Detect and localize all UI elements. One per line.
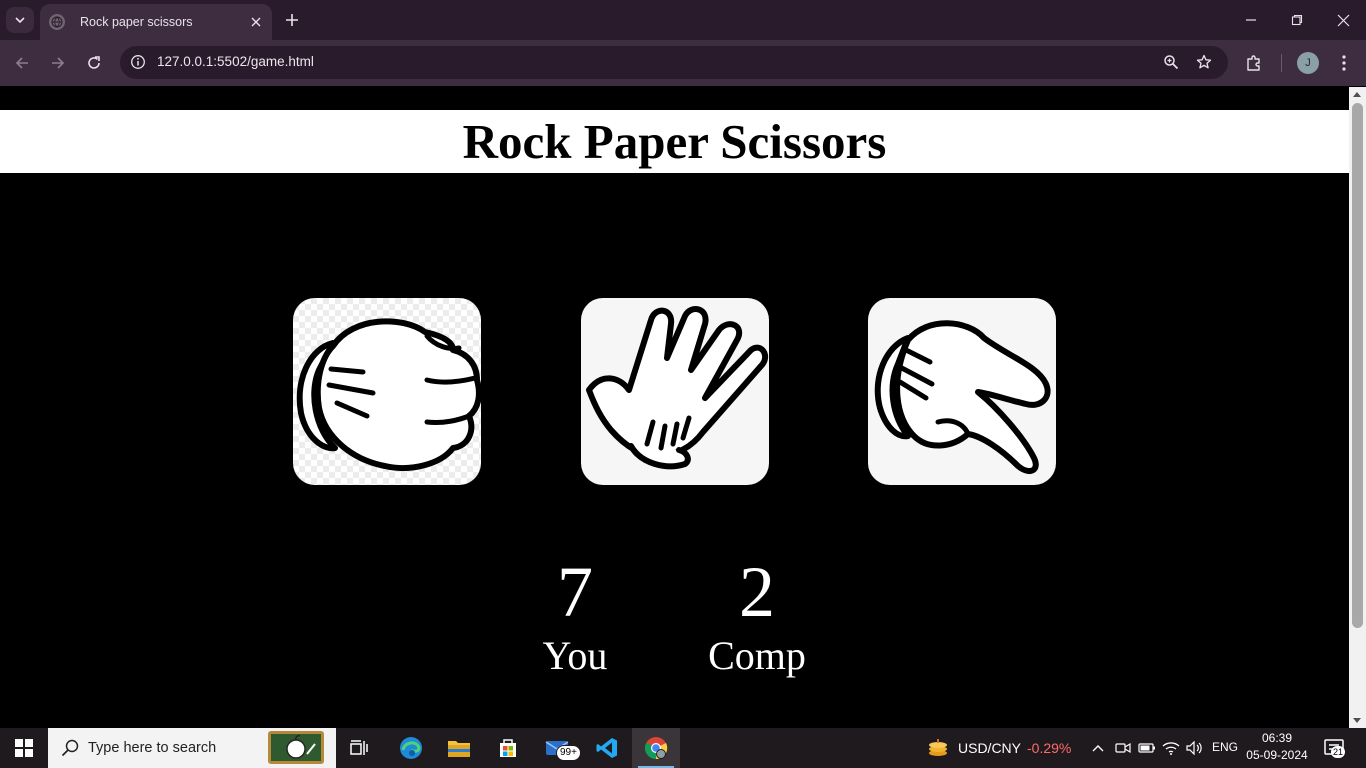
taskbar-search-box[interactable]: Type here to search xyxy=(48,728,336,768)
meet-now-icon[interactable] xyxy=(1113,738,1133,758)
notification-count: 21 xyxy=(1331,746,1346,758)
puzzle-icon xyxy=(1247,55,1260,71)
clock-date: 05-09-2024 xyxy=(1246,748,1308,762)
wifi-icon[interactable] xyxy=(1161,738,1181,758)
close-icon xyxy=(1337,14,1349,26)
fist-hand-icon xyxy=(296,318,481,471)
vscode-app[interactable] xyxy=(583,728,631,768)
tab-title: Rock paper scissors xyxy=(80,15,193,29)
search-icon xyxy=(61,739,79,757)
coins-widget-icon[interactable] xyxy=(926,738,950,758)
star-icon xyxy=(1196,54,1212,69)
heading-band: Rock Paper Scissors xyxy=(0,110,1349,173)
plus-icon xyxy=(286,14,298,26)
mail-badge: 99+ xyxy=(556,745,581,761)
comp-score-panel: 2 Comp xyxy=(677,552,837,679)
mail-app[interactable]: 99+ xyxy=(533,728,581,768)
arrow-left-icon xyxy=(15,57,28,69)
clock-time: 06:39 xyxy=(1261,731,1293,745)
site-info-button[interactable] xyxy=(127,51,149,73)
profile-avatar[interactable]: J xyxy=(1297,52,1319,74)
browser-tab-active[interactable]: Rock paper scissors xyxy=(40,4,272,40)
battery-icon[interactable] xyxy=(1137,738,1157,758)
search-highlight-image xyxy=(268,731,324,764)
toolbar-divider xyxy=(1281,54,1282,72)
windows-taskbar: Type here to search 99+ USD/CNY -0.29% E… xyxy=(0,728,1366,768)
volume-icon[interactable] xyxy=(1185,738,1205,758)
close-icon xyxy=(251,17,261,27)
scroll-down-arrow-icon[interactable] xyxy=(1353,718,1361,723)
info-icon xyxy=(131,55,145,69)
user-score: 7 xyxy=(557,552,593,632)
scissors-hand-icon xyxy=(874,320,1051,475)
url-text: 127.0.0.1:5502/game.html xyxy=(157,54,314,69)
restore-icon xyxy=(1291,14,1303,26)
minimize-button[interactable] xyxy=(1234,6,1268,34)
clock[interactable]: 06:39 05-09-2024 xyxy=(1240,730,1314,764)
minimize-icon xyxy=(1246,19,1256,21)
chevron-up-icon xyxy=(1092,745,1104,752)
edge-app[interactable] xyxy=(387,728,435,768)
store-icon xyxy=(500,739,516,757)
bookmark-button[interactable] xyxy=(1193,51,1215,73)
file-explorer-app[interactable] xyxy=(435,728,483,768)
page-title: Rock Paper Scissors xyxy=(462,114,887,169)
language-indicator[interactable]: ENG xyxy=(1212,740,1238,754)
user-score-label: You xyxy=(542,633,608,678)
comp-score: 2 xyxy=(739,552,775,632)
page-viewport: Rock Paper Scissors 7 You 2 Comp xyxy=(0,87,1349,728)
chrome-icon xyxy=(645,737,668,760)
chevron-down-icon xyxy=(15,17,25,24)
search-placeholder: Type here to search xyxy=(88,740,217,756)
close-window-button[interactable] xyxy=(1326,6,1360,34)
browser-toolbar: 127.0.0.1:5502/game.html J xyxy=(0,40,1366,86)
chrome-app[interactable] xyxy=(632,728,680,768)
globe-icon xyxy=(49,14,65,30)
microsoft-store-app[interactable] xyxy=(484,728,532,768)
zoom-button[interactable] xyxy=(1160,51,1182,73)
forward-button[interactable] xyxy=(45,50,71,76)
show-hidden-icons-button[interactable] xyxy=(1088,738,1108,758)
arrow-right-icon xyxy=(52,57,65,69)
address-bar[interactable]: 127.0.0.1:5502/game.html xyxy=(120,46,1228,79)
paper-choice[interactable] xyxy=(581,298,769,485)
reload-button[interactable] xyxy=(81,50,107,76)
menu-button[interactable] xyxy=(1331,50,1357,76)
page-scrollbar[interactable] xyxy=(1349,87,1366,728)
vscode-icon xyxy=(596,738,617,758)
zoom-icon xyxy=(1164,55,1179,70)
reload-icon xyxy=(88,56,100,69)
scissors-choice[interactable] xyxy=(868,298,1056,485)
new-tab-button[interactable] xyxy=(280,8,304,32)
windows-logo-icon xyxy=(15,739,33,757)
start-button[interactable] xyxy=(0,728,48,768)
kebab-menu-icon xyxy=(1342,55,1346,71)
tab-search-button[interactable] xyxy=(6,7,34,33)
user-score-panel: 7 You xyxy=(495,552,655,679)
comp-score-label: Comp xyxy=(708,633,806,678)
scroll-up-arrow-icon[interactable] xyxy=(1353,92,1361,97)
task-view-icon xyxy=(350,740,368,755)
folder-icon xyxy=(448,741,470,757)
scroll-thumb[interactable] xyxy=(1352,103,1363,628)
browser-tab-strip: Rock paper scissors xyxy=(0,0,1366,40)
tab-close-button[interactable] xyxy=(246,12,266,32)
currency-change: -0.29% xyxy=(1027,740,1072,756)
rock-choice[interactable] xyxy=(293,298,481,485)
open-hand-icon xyxy=(586,306,769,470)
restore-button[interactable] xyxy=(1280,6,1314,34)
back-button[interactable] xyxy=(9,50,35,76)
task-view-button[interactable] xyxy=(336,728,384,768)
edge-icon xyxy=(400,737,422,759)
extensions-button[interactable] xyxy=(1241,50,1267,76)
currency-pair[interactable]: USD/CNY xyxy=(958,740,1021,756)
